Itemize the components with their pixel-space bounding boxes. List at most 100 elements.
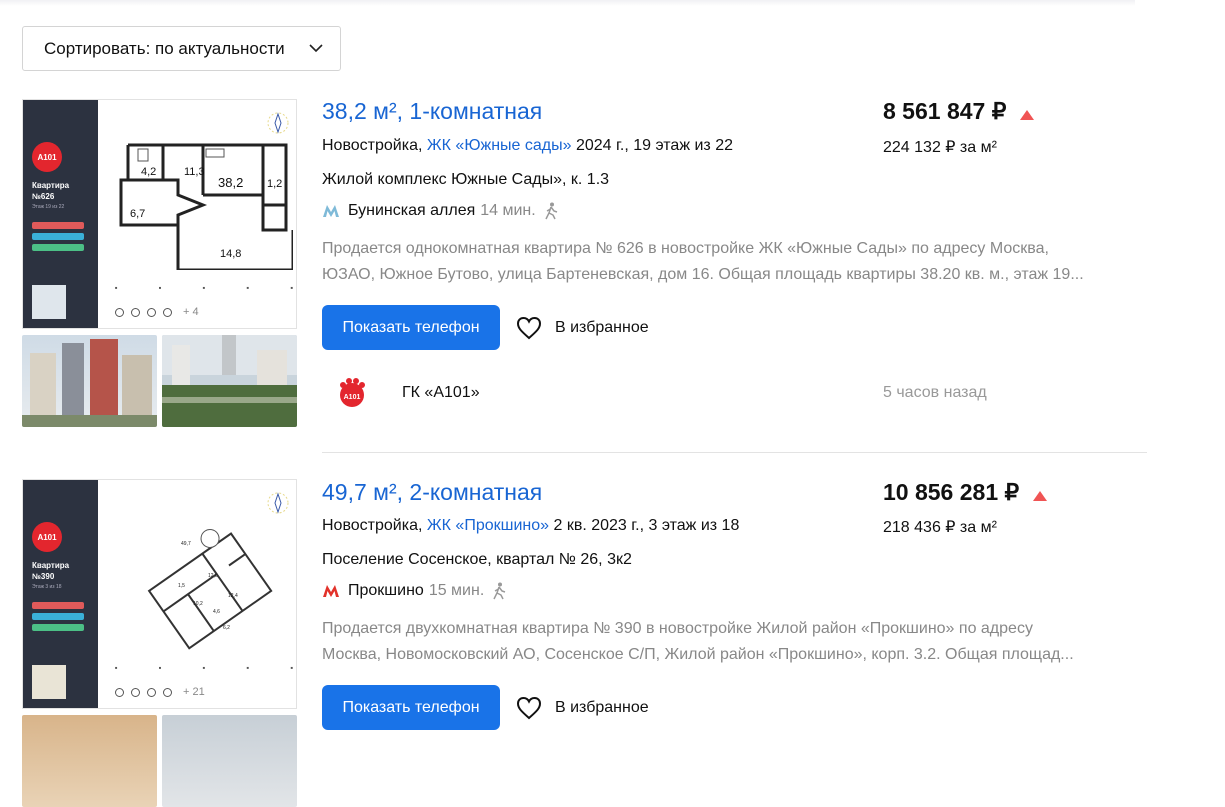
listing-card: A101 Квартира №626 Этаж 19 из 22 4,2 11,3… [0,98,1225,453]
plan-tag [32,602,84,609]
price-value: 10 856 281 ₽ [883,479,1020,505]
heart-icon [516,696,542,720]
description-line: Продается однокомнатная квартира № 626 в… [322,240,1049,257]
plan-stats: ■ ■ ■ ■ ■ [115,285,293,290]
building-photo[interactable] [22,715,157,807]
floor-plan-image[interactable]: A101 Квартира №626 Этаж 19 из 22 4,2 11,3… [22,99,297,329]
room-area: 14,8 [220,248,241,260]
header-shadow [0,0,1135,6]
plan-tag [32,233,84,240]
listing-building-info: Новостройка, ЖК «Прокшино» 2 кв. 2023 г.… [322,517,739,535]
room-area: 4,6 [213,609,220,615]
plan-subtitle: Этаж 3 из 18 [32,584,62,590]
plan-tag [32,624,84,631]
listing-building-info: Новостройка, ЖК «Южные сады» 2024 г., 19… [322,137,733,155]
floor-plan-drawing: 4,2 11,3 38,2 1,2 6,7 14,8 [119,143,293,270]
favorites-label: В избранное [555,319,649,336]
plan-title: Квартира №626 [32,180,69,202]
developer-name[interactable]: ГК «А101» [402,384,480,402]
developer-logo: A101 [32,142,62,172]
listing-address: Жилой комплекс Южные Сады», к. 1.3 [322,171,610,188]
plan-title-line1: Квартира [32,561,70,570]
chevron-down-icon [309,44,323,53]
walking-icon [493,582,506,600]
room-area: 10,2 [193,601,203,607]
metro-time: 14 мин. [480,202,536,219]
metro-info: Прокшино 15 мин. [322,582,506,600]
plan-tag [32,244,84,251]
year-floor: 2024 г., 19 этаж из 22 [575,137,733,154]
gallery-dots[interactable]: + 4 [115,306,199,318]
listing-type: Новостройка, [322,517,423,534]
price-up-icon [1020,109,1035,120]
photos-more-count: + 21 [183,686,205,698]
description-line: ЮЗАО, Южное Бутово, улица Бартеневская, … [322,266,1084,283]
metro-info: Бунинская аллея 14 мин. [322,202,558,220]
listing-card: A101 Квартира №390 Этаж 3 из 18 49,7 12,8… [0,479,1225,807]
developer-logo-text: A101 [344,394,361,401]
room-area: 12,8 [208,573,218,579]
plan-title-line1: Квартира [32,181,70,190]
floor-plan-image[interactable]: A101 Квартира №390 Этаж 3 из 18 49,7 12,8… [22,479,297,709]
metro-station: Прокшино [348,582,424,599]
complex-link[interactable]: ЖК «Прокшино» [427,517,549,534]
plan-tag [32,222,84,229]
developer-logo-icon[interactable]: A101 [336,377,368,409]
add-to-favorites-button[interactable]: В избранное [516,696,649,720]
metro-time: 15 мин. [428,582,485,599]
plan-subtitle: Этаж 19 из 22 [32,204,65,210]
listing-type: Новостройка, [322,137,423,154]
metro-icon [323,205,339,217]
listing-address: Поселение Сосенское, квартал № 26, 3к2 [322,551,632,568]
room-area: 11,3 [184,166,205,178]
listing-divider [322,452,1147,453]
price: 10 856 281 ₽ [883,479,1048,506]
compass-icon [267,112,289,134]
price-up-icon [1033,490,1048,501]
room-area: 6,7 [130,208,145,220]
add-to-favorites-button[interactable]: В избранное [516,316,649,340]
listing-description: Продается однокомнатная квартира № 626 в… [322,236,1152,288]
compass-icon [267,492,289,514]
photos-more-count: + 4 [183,306,199,318]
sort-label: Сортировать: по актуальности [44,38,285,58]
listing-title[interactable]: 38,2 м², 1-комнатная [322,98,542,125]
listing-title[interactable]: 49,7 м², 2-комнатная [322,479,542,506]
plan-tag [32,613,84,620]
room-area: 38,2 [218,175,243,190]
listing-description: Продается двухкомнатная квартира № 390 в… [322,616,1152,668]
gallery-dots[interactable]: + 21 [115,686,205,698]
room-area: 49,7 [181,541,191,547]
building-photo[interactable] [22,335,157,427]
location-minimap [32,285,66,319]
metro-station: Бунинская аллея [348,202,476,219]
plan-title-line2: №626 [32,192,55,201]
favorites-label: В избранное [555,699,649,716]
metro-icon [323,585,339,597]
show-phone-button[interactable]: Показать телефон [322,305,500,350]
description-line: Продается двухкомнатная квартира № 390 в… [322,620,1033,637]
price-value: 8 561 847 ₽ [883,98,1007,124]
plan-title: Квартира №390 [32,560,69,582]
location-minimap [32,665,66,699]
room-area: 1,5 [178,583,185,589]
room-area: 12,4 [228,593,238,599]
sort-dropdown[interactable]: Сортировать: по актуальности [22,26,341,71]
floor-plan-drawing: 49,7 12,8 12,4 10,2 4,6 6,2 1,5 [147,528,273,650]
plan-stats: ■ ■ ■ ■ ■ [115,665,293,670]
price-per-m2: 224 132 ₽ за м² [883,139,997,156]
price: 8 561 847 ₽ [883,98,1035,125]
complex-photo[interactable] [162,335,297,427]
complex-photo[interactable] [162,715,297,807]
heart-icon [516,316,542,340]
room-area: 6,2 [223,625,230,631]
developer-logo: A101 [32,522,62,552]
year-floor: 2 кв. 2023 г., 3 этаж из 18 [553,517,740,534]
plan-title-line2: №390 [32,572,55,581]
show-phone-button[interactable]: Показать телефон [322,685,500,730]
walking-icon [545,202,557,220]
posted-time: 5 часов назад [883,384,987,401]
room-area: 1,2 [267,178,282,190]
price-per-m2: 218 436 ₽ за м² [883,519,997,536]
complex-link[interactable]: ЖК «Южные сады» [427,137,572,154]
